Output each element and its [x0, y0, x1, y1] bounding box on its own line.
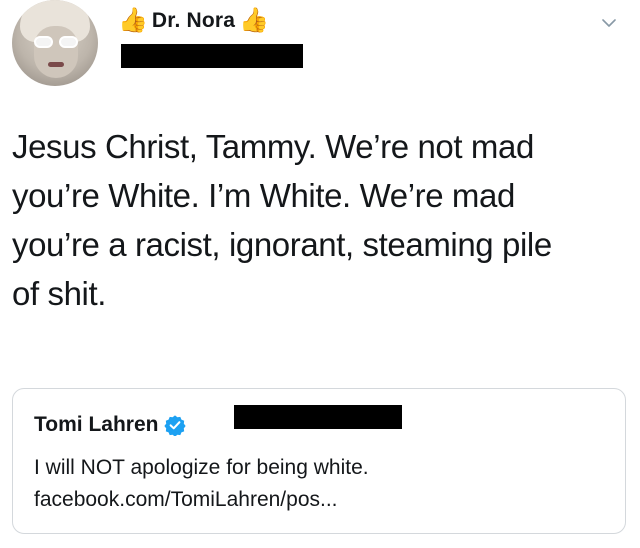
avatar-glasses [34, 36, 78, 50]
verified-badge-icon [164, 415, 187, 436]
redacted-quoted-handle [234, 405, 402, 429]
quoted-tweet-link[interactable]: facebook.com/TomiLahren/pos... [34, 485, 614, 515]
avatar-mouth [48, 62, 64, 67]
quoted-author-name[interactable]: Tomi Lahren [34, 413, 158, 437]
quoted-tweet-text: I will NOT apologize for being white. [34, 456, 369, 479]
thumbs-up-emoji-right: 👍 [239, 7, 270, 34]
avatar-face [34, 26, 78, 78]
quoted-tweet-header: Tomi Lahren [34, 411, 187, 439]
tweet-text: Jesus Christ, Tammy. We’re not mad you’r… [12, 128, 552, 312]
thumbs-up-emoji-left: 👍 [118, 7, 148, 34]
avatar[interactable] [12, 0, 98, 86]
chevron-down-icon[interactable] [602, 16, 616, 30]
tweet-card: 👍 Dr. Nora 👍 Jesus Christ, Tammy. We’re … [0, 0, 640, 548]
redacted-author-handle [121, 44, 303, 68]
quoted-tweet[interactable]: Tomi Lahren I will NOT apologize for bei… [12, 388, 626, 534]
author-name-row[interactable]: 👍 Dr. Nora 👍 [118, 6, 269, 36]
author-display-name[interactable]: Dr. Nora [152, 9, 235, 33]
